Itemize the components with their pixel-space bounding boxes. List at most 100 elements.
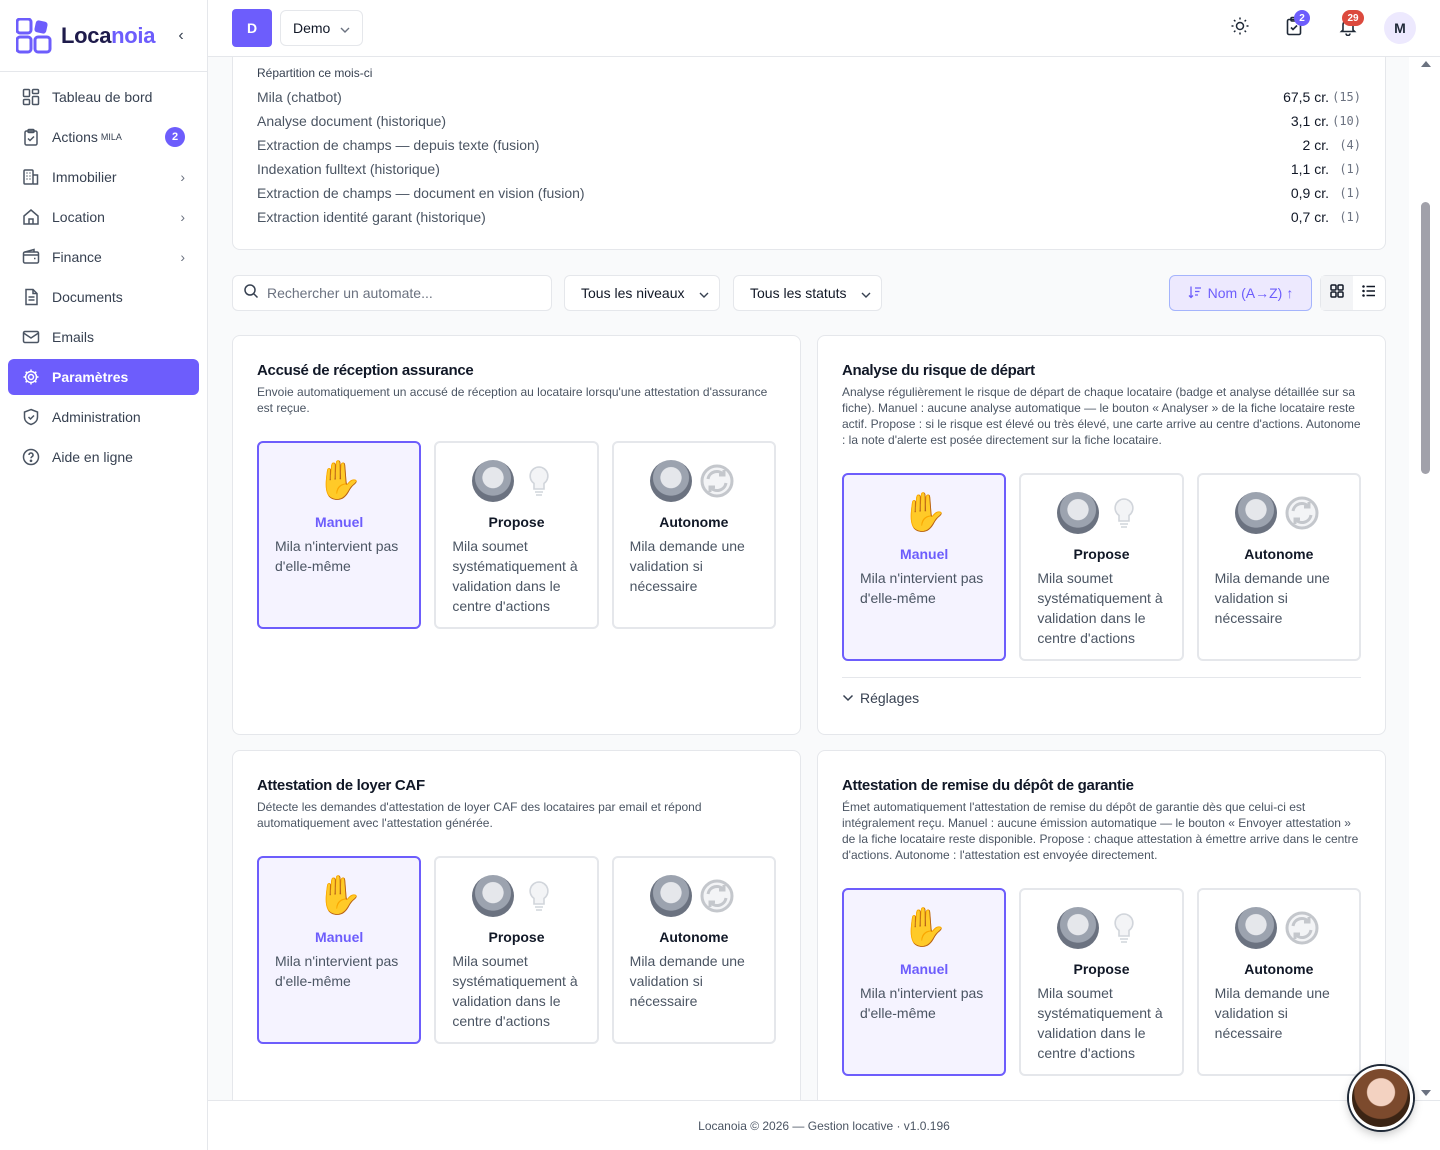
home-icon xyxy=(22,208,40,226)
scroll-up-icon[interactable] xyxy=(1421,61,1431,67)
mode-option-autonome[interactable]: Autonome Mila demande une validation si … xyxy=(1196,473,1361,661)
mode-option-autonome[interactable]: Autonome Mila demande une validation si … xyxy=(611,441,776,629)
sidebar-item-emails[interactable]: Emails xyxy=(8,319,199,355)
mode-label: Manuel xyxy=(900,546,949,562)
mode-option-manuel[interactable]: ✋ Manuel Mila n'intervient pas d'elle-mê… xyxy=(842,473,1007,661)
status-filter-select[interactable]: Tous les statuts xyxy=(733,275,882,311)
automate-description: Émet automatiquement l'attestation de re… xyxy=(842,800,1359,862)
level-filter-select[interactable]: Tous les niveaux xyxy=(564,275,720,311)
mila-avatar-icon xyxy=(472,460,515,502)
tasks-button[interactable]: 2 xyxy=(1274,8,1314,48)
tasks-badge: 2 xyxy=(1294,10,1310,26)
sidebar: Locanoia ‹ Tableau de bord Actions MILA 2… xyxy=(0,0,208,1150)
chevron-right-icon: › xyxy=(180,249,185,265)
sidebar-item-immobilier[interactable]: Immobilier › xyxy=(8,159,199,195)
theme-toggle-button[interactable] xyxy=(1220,8,1260,48)
mode-label: Autonome xyxy=(659,514,729,530)
usage-row: Extraction de champs — depuis texte (fus… xyxy=(257,133,1361,157)
filters-bar: Tous les niveaux Tous les statuts Nom (A… xyxy=(232,275,1386,311)
logo-icon xyxy=(15,17,52,54)
actions-count-badge: 2 xyxy=(165,127,185,147)
chevron-right-icon: › xyxy=(180,169,185,185)
lightbulb-icon xyxy=(1103,492,1145,534)
sidebar-item-label: Finance xyxy=(52,249,102,265)
usage-label: Extraction de champs — document en visio… xyxy=(257,185,585,201)
grid-view-button[interactable] xyxy=(1321,276,1353,310)
gear-icon xyxy=(22,368,40,386)
mode-options: ✋ Manuel Mila n'intervient pas d'elle-mê… xyxy=(257,441,776,629)
sidebar-item-tableau-de-bord[interactable]: Tableau de bord xyxy=(8,79,199,115)
scrollbar[interactable] xyxy=(1409,57,1440,1100)
mila-avatar-icon xyxy=(472,875,515,917)
automate-title: Analyse du risque de départ xyxy=(842,362,1035,379)
sidebar-item-parametres[interactable]: Paramètres xyxy=(8,359,199,395)
mode-description: Mila soumet systématiquement à validatio… xyxy=(452,953,578,1029)
list-view-button[interactable] xyxy=(1353,276,1385,310)
scrollbar-thumb[interactable] xyxy=(1421,202,1430,474)
mila-avatar-icon xyxy=(649,875,692,917)
org-name: Demo xyxy=(293,20,331,36)
mode-label: Manuel xyxy=(315,514,364,530)
user-avatar[interactable]: M xyxy=(1384,12,1416,44)
sidebar-item-label: Actions xyxy=(52,129,98,145)
cycle-icon xyxy=(1281,492,1323,534)
sidebar-item-label: Aide en ligne xyxy=(52,449,133,465)
usage-count: (1) xyxy=(1339,210,1361,224)
mila-chat-button[interactable] xyxy=(1349,1066,1413,1130)
search-input[interactable] xyxy=(267,285,537,301)
mode-description: Mila n'intervient pas d'elle-même xyxy=(860,570,984,606)
mode-description: Mila demande une validation si nécessair… xyxy=(1214,985,1330,1041)
brand-name: Locanoia xyxy=(61,22,156,48)
mode-description: Mila soumet systématiquement à validatio… xyxy=(452,538,578,614)
scroll-down-icon[interactable] xyxy=(1421,1090,1431,1096)
arrow-up-icon: ↑ xyxy=(1286,285,1294,301)
mila-avatar-icon xyxy=(1234,907,1277,949)
mode-label: Autonome xyxy=(659,929,729,945)
mode-option-autonome[interactable]: Autonome Mila demande une validation si … xyxy=(1196,888,1361,1076)
building-icon xyxy=(22,168,40,186)
mode-option-propose[interactable]: Propose Mila soumet systématiquement à v… xyxy=(1019,473,1184,661)
sidebar-item-label: Administration xyxy=(52,409,141,425)
mode-option-manuel[interactable]: ✋ Manuel Mila n'intervient pas d'elle-mê… xyxy=(842,888,1007,1076)
mode-option-propose[interactable]: Propose Mila soumet systématiquement à v… xyxy=(1019,888,1184,1076)
collapse-sidebar-button[interactable]: ‹ xyxy=(171,27,191,45)
sidebar-item-actions[interactable]: Actions MILA 2 xyxy=(8,119,199,155)
mode-option-propose[interactable]: Propose Mila soumet systématiquement à v… xyxy=(434,441,599,629)
org-avatar[interactable]: D xyxy=(232,9,272,47)
sidebar-item-aide-en-ligne[interactable]: Aide en ligne xyxy=(8,439,199,475)
mode-options: ✋ Manuel Mila n'intervient pas d'elle-mê… xyxy=(257,856,776,1044)
cycle-icon xyxy=(696,460,738,502)
usage-value: 3,1 cr. xyxy=(1290,113,1329,129)
automate-card: Attestation de remise du dépôt de garant… xyxy=(817,750,1386,1100)
usage-title: Répartition ce mois-ci xyxy=(257,66,373,80)
mode-label: Autonome xyxy=(1244,961,1314,977)
mode-description: Mila demande une validation si nécessair… xyxy=(1214,570,1330,626)
usage-value: 0,9 cr. xyxy=(1290,185,1329,201)
mode-option-autonome[interactable]: Autonome Mila demande une validation si … xyxy=(611,856,776,1044)
org-selector[interactable]: Demo xyxy=(280,10,364,46)
cycle-icon xyxy=(1281,907,1323,949)
mode-option-manuel[interactable]: ✋ Manuel Mila n'intervient pas d'elle-mê… xyxy=(257,856,422,1044)
notifications-button[interactable]: 29 xyxy=(1328,8,1368,48)
mila-avatar-icon xyxy=(1234,492,1277,534)
sidebar-item-administration[interactable]: Administration xyxy=(8,399,199,435)
sidebar-item-location[interactable]: Location › xyxy=(8,199,199,235)
clipboard-check-icon xyxy=(22,128,40,146)
raised-hand-icon: ✋ xyxy=(900,907,948,949)
sort-button[interactable]: Nom (A→Z) ↑ xyxy=(1169,275,1312,311)
mode-description: Mila n'intervient pas d'elle-même xyxy=(275,538,399,574)
mode-description: Mila demande une validation si nécessair… xyxy=(629,538,745,594)
mila-superscript: MILA xyxy=(100,132,122,142)
usage-count: (1) xyxy=(1339,162,1361,176)
dashboard-icon xyxy=(22,88,40,106)
sidebar-item-finance[interactable]: Finance › xyxy=(8,239,199,275)
mode-description: Mila soumet systématiquement à validatio… xyxy=(1037,570,1163,646)
main-content: Répartition ce mois-ci Mila (chatbot) 67,… xyxy=(208,57,1409,1100)
mode-option-propose[interactable]: Propose Mila soumet systématiquement à v… xyxy=(434,856,599,1044)
automate-description: Détecte les demandes d'attestation de lo… xyxy=(257,800,702,830)
sidebar-item-documents[interactable]: Documents xyxy=(8,279,199,315)
mode-option-manuel[interactable]: ✋ Manuel Mila n'intervient pas d'elle-mê… xyxy=(257,441,422,629)
sidebar-item-label: Paramètres xyxy=(52,369,129,385)
mode-description: Mila n'intervient pas d'elle-même xyxy=(860,985,984,1021)
settings-toggle[interactable]: Réglages xyxy=(842,677,1361,706)
